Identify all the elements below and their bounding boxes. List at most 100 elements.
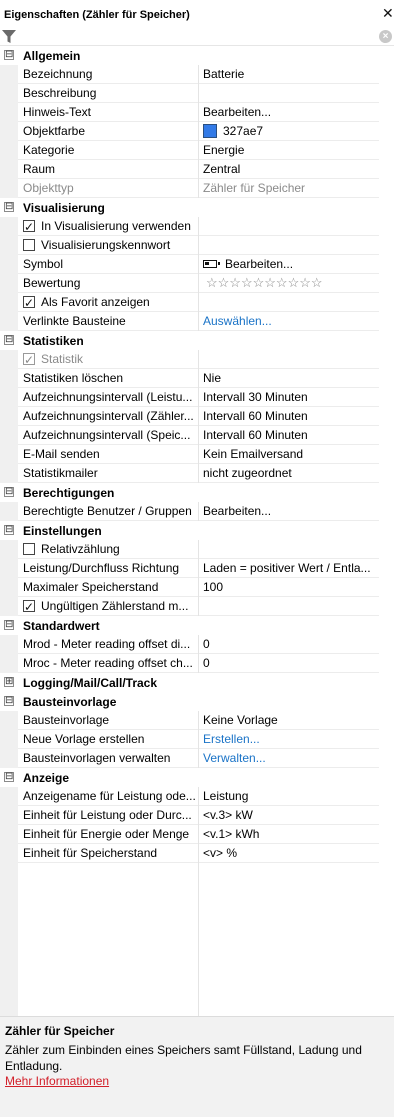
property-value[interactable]: Batterie (199, 65, 379, 84)
property-value[interactable]: <v.1> kWh (199, 825, 379, 844)
property-row-durchfluss-richtung[interactable]: Leistung/Durchfluss Richtung Laden = pos… (0, 559, 394, 578)
checkbox[interactable] (23, 218, 35, 235)
property-value[interactable]: Leistung (199, 787, 379, 806)
category-logging[interactable]: ⊞ Logging/Mail/Call/Track (0, 673, 394, 692)
collapse-icon[interactable]: ⊟ (4, 620, 14, 630)
property-name: Bewertung (18, 274, 198, 293)
filter-icon[interactable] (1, 29, 17, 44)
property-row-relativzaehlung[interactable]: Relativzählung (0, 540, 394, 559)
checkbox[interactable] (23, 294, 35, 311)
property-row-statistiken-loeschen[interactable]: Statistiken löschen Nie (0, 369, 394, 388)
category-standardwert[interactable]: ⊟ Standardwert (0, 616, 394, 635)
property-value[interactable]: 100 (199, 578, 379, 597)
close-icon[interactable]: ✕ (382, 5, 394, 22)
property-row-intervall-speicher[interactable]: Aufzeichnungsintervall (Speic... Interva… (0, 426, 394, 445)
property-row-bewertung[interactable]: Bewertung ☆☆☆☆☆☆☆☆☆☆ (0, 274, 394, 293)
checkbox[interactable] (23, 239, 35, 251)
property-value[interactable]: nicht zugeordnet (199, 464, 379, 483)
category-anzeige[interactable]: ⊟ Anzeige (0, 768, 394, 787)
property-value[interactable] (199, 84, 379, 103)
property-value[interactable]: Bearbeiten... (199, 502, 379, 521)
property-value (199, 350, 379, 369)
property-row-anzeigename-leistung[interactable]: Anzeigename für Leistung ode... Leistung (0, 787, 394, 806)
property-row-email-senden[interactable]: E-Mail senden Kein Emailversand (0, 445, 394, 464)
collapse-icon[interactable]: ⊟ (4, 487, 14, 497)
property-row-intervall-zaehler[interactable]: Aufzeichnungsintervall (Zähler... Interv… (0, 407, 394, 426)
property-row-als-favorit[interactable]: Als Favorit anzeigen (0, 293, 394, 312)
property-row-symbol[interactable]: Symbol Bearbeiten... (0, 255, 394, 274)
clear-filter-icon[interactable]: × (379, 30, 392, 43)
collapse-icon[interactable]: ⊟ (4, 202, 14, 212)
property-row-bezeichnung[interactable]: Bezeichnung Batterie (0, 65, 394, 84)
filter-input[interactable] (18, 28, 374, 45)
property-row-mrod[interactable]: Mrod - Meter reading offset di... 0 (0, 635, 394, 654)
property-row-einheit-energie[interactable]: Einheit für Energie oder Menge <v.1> kWh (0, 825, 394, 844)
property-value[interactable]: Nie (199, 369, 379, 388)
property-name[interactable]: Als Favorit anzeigen (18, 293, 198, 312)
property-value[interactable]: Energie (199, 141, 379, 160)
category-label: Berechtigungen (23, 486, 115, 500)
property-row-ungueltiger-zaehlerstand[interactable]: Ungültigen Zählerstand m... (0, 597, 394, 616)
category-einstellungen[interactable]: ⊟ Einstellungen (0, 521, 394, 540)
property-row-berechtigte-benutzer[interactable]: Berechtigte Benutzer / Gruppen Bearbeite… (0, 502, 394, 521)
manage-link[interactable]: Verwalten... (199, 749, 379, 768)
color-swatch[interactable] (203, 124, 217, 138)
rating-stars[interactable]: ☆☆☆☆☆☆☆☆☆☆ (206, 275, 323, 290)
category-berechtigungen[interactable]: ⊟ Berechtigungen (0, 483, 394, 502)
category-statistiken[interactable]: ⊟ Statistiken (0, 331, 394, 350)
property-value[interactable]: 0 (199, 635, 379, 654)
category-bausteinvorlage[interactable]: ⊟ Bausteinvorlage (0, 692, 394, 711)
expand-icon[interactable]: ⊞ (4, 677, 14, 687)
property-value[interactable]: 0 (199, 654, 379, 673)
property-value (199, 236, 379, 255)
collapse-icon[interactable]: ⊟ (4, 525, 14, 535)
create-link[interactable]: Erstellen... (199, 730, 379, 749)
property-row-einheit-leistung[interactable]: Einheit für Leistung oder Durc... <v.3> … (0, 806, 394, 825)
property-value[interactable]: <v.3> kW (199, 806, 379, 825)
property-row-intervall-leistung[interactable]: Aufzeichnungsintervall (Leistu... Interv… (0, 388, 394, 407)
property-name[interactable]: In Visualisierung verwenden (18, 217, 198, 236)
property-row-einheit-speicherstand[interactable]: Einheit für Speicherstand <v> % (0, 844, 394, 863)
property-row-beschreibung[interactable]: Beschreibung (0, 84, 394, 103)
property-row-bausteinvorlage[interactable]: Bausteinvorlage Keine Vorlage (0, 711, 394, 730)
property-row-kategorie[interactable]: Kategorie Energie (0, 141, 394, 160)
property-row-objektfarbe[interactable]: Objektfarbe 327ae7 (0, 122, 394, 141)
collapse-icon[interactable]: ⊟ (4, 50, 14, 60)
collapse-icon[interactable]: ⊟ (4, 696, 14, 706)
property-row-neue-vorlage[interactable]: Neue Vorlage erstellen Erstellen... (0, 730, 394, 749)
property-name[interactable]: Visualisierungskennwort (18, 236, 198, 255)
symbol-edit[interactable]: Bearbeiten... (225, 257, 293, 271)
property-row-visualisierungskennwort[interactable]: Visualisierungskennwort (0, 236, 394, 255)
property-value[interactable]: Bearbeiten... (199, 103, 379, 122)
checkbox[interactable] (23, 598, 35, 615)
collapse-icon[interactable]: ⊟ (4, 772, 14, 782)
property-row-verlinkte-bausteine[interactable]: Verlinkte Bausteine Auswählen... (0, 312, 394, 331)
property-value[interactable]: Kein Emailversand (199, 445, 379, 464)
property-row-statistikmailer[interactable]: Statistikmailer nicht zugeordnet (0, 464, 394, 483)
panel-titlebar: Eigenschaften (Zähler für Speicher) ✕ (0, 0, 394, 28)
property-value[interactable]: 327ae7 (199, 122, 379, 141)
property-value[interactable]: Intervall 30 Minuten (199, 388, 379, 407)
property-value[interactable]: Zentral (199, 160, 379, 179)
property-value[interactable]: <v> % (199, 844, 379, 863)
category-visualisierung[interactable]: ⊟ Visualisierung (0, 198, 394, 217)
select-link[interactable]: Auswählen... (199, 312, 379, 331)
category-allgemein[interactable]: ⊟ Allgemein (0, 46, 394, 65)
property-value[interactable]: Keine Vorlage (199, 711, 379, 730)
property-row-hinweis-text[interactable]: Hinweis-Text Bearbeiten... (0, 103, 394, 122)
property-value[interactable]: Intervall 60 Minuten (199, 407, 379, 426)
checkbox[interactable] (23, 543, 35, 555)
property-name[interactable]: Ungültigen Zählerstand m... (18, 597, 198, 616)
property-row-mroc[interactable]: Mroc - Meter reading offset ch... 0 (0, 654, 394, 673)
property-value[interactable]: Intervall 60 Minuten (199, 426, 379, 445)
collapse-icon[interactable]: ⊟ (4, 335, 14, 345)
property-name[interactable]: Relativzählung (18, 540, 198, 559)
property-row-maximaler-speicherstand[interactable]: Maximaler Speicherstand 100 (0, 578, 394, 597)
more-info-link[interactable]: Mehr Informationen (5, 1074, 109, 1088)
property-value[interactable]: Laden = positiver Wert / Entla... (199, 559, 379, 578)
property-row-in-visualisierung[interactable]: In Visualisierung verwenden (0, 217, 394, 236)
property-row-vorlagen-verwalten[interactable]: Bausteinvorlagen verwalten Verwalten... (0, 749, 394, 768)
property-row-raum[interactable]: Raum Zentral (0, 160, 394, 179)
property-value[interactable]: ☆☆☆☆☆☆☆☆☆☆ (199, 274, 379, 293)
property-value[interactable]: Bearbeiten... (199, 255, 379, 274)
